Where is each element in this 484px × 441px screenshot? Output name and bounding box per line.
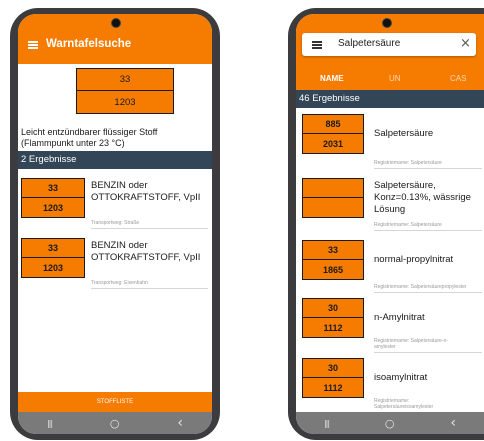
list-item[interactable]: 30 1112 isoamylnitrat Registriername: Sa… [296,354,484,412]
camera-icon [111,18,121,28]
list-item[interactable]: Salpetersäure, Konz=0.13%, wässrige Lösu… [296,174,484,234]
result-name: normal-propylnitrat [374,254,454,265]
clear-icon[interactable]: × [460,36,471,51]
result-transport: Transportweg: Straße [91,220,140,226]
home-icon[interactable]: ○ [385,417,395,430]
result-name: n-Amylnitrat [374,312,425,323]
result-un-number: 1112 [323,382,343,393]
system-nav-bar: ||| ○ ‹ [18,412,212,434]
result-hazard-number: 33 [22,179,84,198]
warning-plate: 33 1203 [76,68,174,114]
result-transport: Transportweg: Eisenbahn [91,280,148,286]
result-plate [302,178,364,218]
result-name: Salpetersäure, Konz=0.13%, wässrige Lösu… [374,180,471,215]
result-un-number [303,198,363,217]
left-screen: Warntafelsuche 33 1203 Leicht entzündbar… [18,14,212,434]
result-name: Salpetersäure [374,128,434,139]
result-un-number: 1112 [323,322,343,333]
menu-icon[interactable] [28,41,38,49]
list-item[interactable]: 30 1112 n-Amylnitrat Registriername: Sal… [296,294,484,354]
result-un-number: 1203 [42,202,64,213]
result-registry-name: Registriername: Salpetersäure-n-amyleste… [374,338,448,350]
result-plate: 30 1112 [302,298,364,338]
right-screen: Salpetersäure × NAME UN CAS 46 Ergebniss… [296,14,484,434]
result-un-number: 2031 [322,138,344,149]
result-name: BENZIN oder OTTOKRAFTSTOFF, VpII [91,240,201,263]
divider [374,168,482,169]
result-registry-name: Registriername: Salpetersäurepropylester [374,284,467,290]
result-registry-name: Registriername: Salpetersäureisoamyleste… [374,398,434,410]
result-hazard-number: 30 [303,359,363,378]
system-nav-bar: ||| ○ ‹ [296,412,484,434]
result-plate: 33 1865 [302,240,364,280]
result-plate: 885 2031 [302,114,364,154]
result-hazard-number: 30 [303,299,363,318]
divider [374,352,482,353]
divider [91,228,208,229]
menu-icon[interactable] [312,41,322,49]
tab-cas[interactable]: CAS [450,74,466,83]
tab-un[interactable]: UN [389,74,401,83]
list-item[interactable]: 885 2031 Salpetersäure Registriername: S… [296,110,484,169]
right-phone-frame: Salpetersäure × NAME UN CAS 46 Ergebniss… [288,8,484,440]
tab-name[interactable]: NAME [320,74,344,83]
result-name: BENZIN oder OTTOKRAFTSTOFF, VpII [91,180,201,203]
result-un-number: 1865 [322,264,344,275]
hazard-description: Leicht entzündbarer flüssiger Stoff (Fla… [21,127,158,148]
results-count-bar: 2 Ergebnisse [18,151,212,169]
recents-icon[interactable]: ||| [47,419,53,428]
recents-icon[interactable]: ||| [324,419,330,428]
result-name: isoamylnitrat [374,372,428,383]
divider [374,292,482,293]
divider [374,230,482,231]
camera-icon [382,18,392,28]
app-title: Warntafelsuche [46,38,132,50]
result-hazard-number: 33 [22,239,84,258]
left-phone-frame: Warntafelsuche 33 1203 Leicht entzündbar… [10,8,220,440]
stoffliste-button[interactable]: STOFFLISTE [18,392,212,412]
result-plate: 33 1203 [21,178,85,218]
search-input[interactable]: Salpetersäure [338,38,400,49]
un-number: 1203 [114,96,136,108]
result-un-number: 1203 [42,262,64,273]
result-plate: 30 1112 [302,358,364,398]
home-icon[interactable]: ○ [110,417,120,430]
back-icon[interactable]: ‹ [177,415,183,431]
list-item[interactable]: 33 1203 BENZIN oder OTTOKRAFTSTOFF, VpII… [18,234,212,290]
list-item[interactable]: 33 1865 normal-propylnitrat Registrierna… [296,236,484,293]
hazard-number: 33 [77,69,173,91]
divider [91,288,208,289]
back-icon[interactable]: ‹ [450,415,456,431]
result-plate: 33 1203 [21,238,85,278]
result-registry-name: Registriername: Salpetersäure [374,160,442,166]
result-hazard-number: 33 [303,241,363,260]
result-hazard-number: 885 [303,115,363,134]
result-hazard-number [303,179,363,198]
list-item[interactable]: 33 1203 BENZIN oder OTTOKRAFTSTOFF, VpII… [18,174,212,230]
results-count-bar: 46 Ergebnisse [296,90,484,108]
result-registry-name: Registriername: Salpetersäure [374,222,442,228]
search-field[interactable]: Salpetersäure × [302,33,476,56]
